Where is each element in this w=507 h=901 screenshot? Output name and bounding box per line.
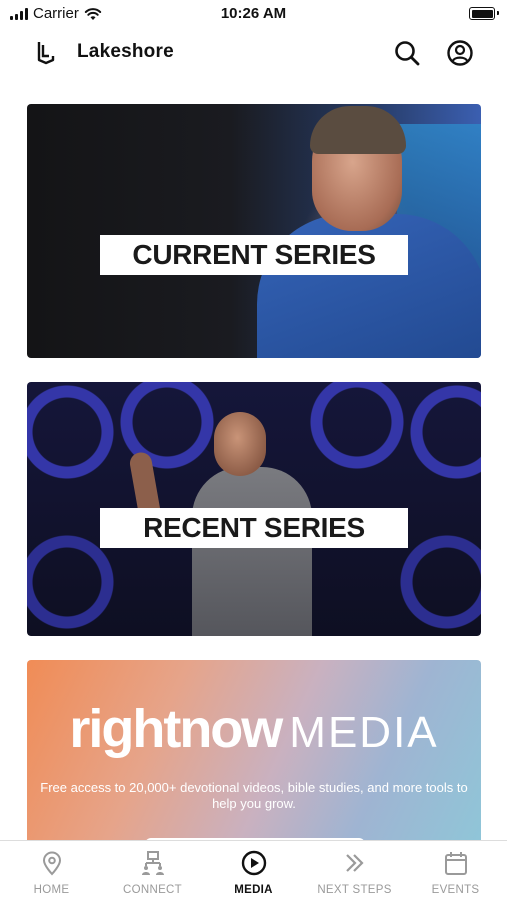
tab-home[interactable]: HOME — [1, 841, 102, 901]
battery-tip — [497, 11, 499, 15]
tab-label: NEXT STEPS — [317, 884, 392, 896]
tab-label: EVENTS — [431, 884, 480, 896]
battery-icon — [469, 7, 495, 20]
current-series-label: CURRENT SERIES — [100, 235, 408, 275]
tab-label: HOME — [33, 884, 70, 896]
search-icon[interactable] — [393, 39, 421, 67]
speaker-head-image — [214, 412, 266, 476]
current-series-card[interactable]: CURRENT SERIES — [27, 104, 481, 358]
location-pin-icon — [42, 851, 62, 876]
tab-connect[interactable]: CONNECT — [102, 841, 203, 901]
page-title: Lakeshore — [77, 41, 174, 62]
rightnow-media-card[interactable]: rightnow MEDIA Free access to 20,000+ dev… — [27, 660, 481, 850]
bottom-tab-bar: HOME CONNECT MEDIA NEXT STEPS EVENTS — [0, 840, 507, 901]
tab-media[interactable]: MEDIA — [203, 841, 304, 901]
recent-series-card[interactable]: RECENT SERIES — [27, 382, 481, 636]
double-chevron-icon — [346, 854, 364, 872]
speaker-hair-image — [310, 106, 406, 154]
logo-rightnow-text: rightnow — [69, 699, 283, 759]
play-circle-icon — [241, 850, 267, 876]
speaker-image — [192, 467, 312, 636]
people-network-icon — [142, 851, 164, 875]
calendar-icon — [445, 852, 467, 875]
status-bar: Carrier 10:26 AM — [0, 0, 507, 30]
recent-series-label: RECENT SERIES — [100, 508, 408, 548]
rightnow-media-logo: rightnow MEDIA — [27, 698, 481, 760]
tab-events[interactable]: EVENTS — [405, 841, 506, 901]
lakeshore-logo-icon[interactable] — [34, 40, 58, 66]
account-icon[interactable] — [446, 39, 474, 67]
rightnow-tagline: Free access to 20,000+ devotional videos… — [40, 780, 468, 811]
tab-label: CONNECT — [123, 884, 182, 896]
app-header: Lakeshore — [0, 30, 507, 76]
tab-label: MEDIA — [234, 884, 273, 896]
logo-media-text: MEDIA — [289, 708, 439, 757]
tab-next-steps[interactable]: NEXT STEPS — [304, 841, 405, 901]
status-time: 10:26 AM — [220, 5, 287, 22]
